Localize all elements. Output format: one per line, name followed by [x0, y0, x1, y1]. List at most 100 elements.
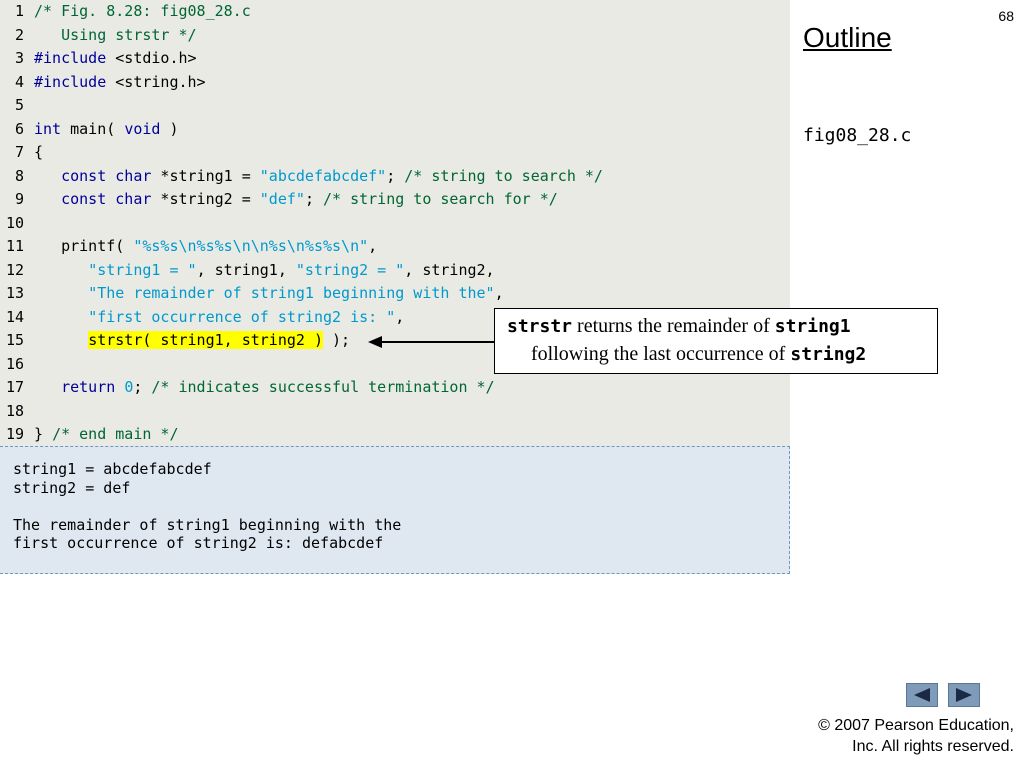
- code-line: 8 const char *string1 = "abcdefabcdef"; …: [0, 165, 790, 188]
- line-number: 9: [14, 190, 24, 208]
- line-number: 18: [6, 401, 25, 420]
- code-token: "first occurrence of string2 is: ": [88, 307, 396, 326]
- code-token: Using strstr */: [34, 25, 197, 44]
- code-token: /* string to search for */: [323, 190, 558, 208]
- code-panel: 1 /* Fig. 8.28: fig08_28.c 2 Using strstr …: [0, 0, 790, 446]
- line-number: 8: [14, 166, 24, 185]
- line-number: 10: [6, 213, 25, 232]
- line-number: 1: [14, 2, 24, 20]
- callout-code-strstr: strstr: [507, 316, 573, 337]
- code-line: 3 #include <stdio.h>: [0, 47, 790, 70]
- code-token: printf(: [34, 237, 134, 255]
- code-text: } /* end main */: [34, 423, 179, 446]
- code-token: , string2,: [404, 260, 495, 279]
- code-token: *string2 =: [151, 190, 260, 208]
- code-token: ,: [494, 284, 504, 302]
- code-line: 17 return 0; /* indicates successful ter…: [0, 376, 790, 399]
- line-number: 5: [14, 96, 24, 114]
- code-text: /* Fig. 8.28: fig08_28.c: [34, 0, 251, 23]
- line-number: 7: [14, 143, 24, 161]
- code-line: 11 printf( "%s%s\n%s%s\n\n%s\n%s%s\n",: [0, 235, 790, 258]
- line-number: 6: [14, 119, 24, 138]
- code-token: *string1 =: [151, 166, 260, 185]
- line-number: 15: [6, 331, 25, 349]
- code-token: );: [323, 331, 351, 349]
- line-number: 19: [6, 425, 25, 443]
- code-token: "string2 = ": [295, 260, 405, 279]
- output-line: first occurrence of string2 is: defabcde…: [13, 534, 384, 552]
- callout-arrow: [368, 336, 494, 348]
- line-number: 12: [6, 260, 25, 279]
- code-token: {: [34, 143, 44, 161]
- code-token: 0: [124, 378, 134, 396]
- code-text: return 0; /* indicates successful termin…: [34, 376, 495, 399]
- code-token: /* end main */: [52, 425, 179, 443]
- code-token: /* Fig. 8.28: fig08_28.c: [34, 2, 251, 20]
- code-token: , string1,: [196, 260, 296, 279]
- code-text: "The remainder of string1 beginning with…: [34, 282, 504, 305]
- code-token: ;: [133, 378, 152, 396]
- code-token: #include: [34, 49, 107, 67]
- outline-title[interactable]: Outline: [803, 22, 892, 54]
- output-line: string2 = def: [13, 478, 131, 497]
- line-number: 4: [14, 72, 24, 91]
- code-text: "string1 = ", string1, "string2 = ", str…: [34, 259, 495, 282]
- code-token: ;: [304, 190, 323, 208]
- copyright-notice: © 2007 Pearson Education, Inc. All right…: [818, 715, 1014, 757]
- arrow-head: [368, 336, 382, 348]
- code-text: #include <string.h>: [34, 71, 206, 94]
- code-token: void: [124, 119, 161, 138]
- code-text: const char *string1 = "abcdefabcdef"; /*…: [34, 165, 603, 188]
- code-line: 12 "string1 = ", string1, "string2 = ", …: [0, 259, 790, 282]
- code-text: #include <stdio.h>: [34, 47, 197, 70]
- code-token: "def": [259, 190, 305, 208]
- copyright-line-2: Inc. All rights reserved.: [852, 738, 1014, 755]
- output-line: The remainder of string1 beginning with …: [13, 515, 402, 534]
- line-number: 13: [6, 284, 25, 302]
- code-token: const char: [61, 190, 152, 208]
- code-line: 7{: [0, 141, 790, 164]
- next-slide-button[interactable]: [948, 683, 980, 707]
- line-number: 3: [14, 49, 24, 67]
- code-line: 6 int main( void ): [0, 118, 790, 141]
- code-token: const char: [61, 166, 152, 185]
- line-number: 2: [14, 25, 24, 44]
- code-text: {: [34, 141, 43, 164]
- code-token: <stdio.h>: [106, 49, 197, 67]
- code-line: 2 Using strstr */: [0, 24, 790, 47]
- code-token: "The remainder of string1 beginning with…: [88, 284, 495, 302]
- callout-code-string1: string1: [774, 316, 851, 337]
- page-number: 68: [998, 8, 1014, 24]
- code-token: #include: [34, 72, 107, 91]
- code-token: "%s%s\n%s%s\n\n%s\n%s%s\n": [133, 237, 369, 255]
- callout-line-2: following the last occurrence of string2: [531, 343, 866, 366]
- code-token: /* indicates successful termination */: [151, 378, 495, 396]
- code-token: ,: [395, 307, 405, 326]
- code-line: 9 const char *string2 = "def"; /* string…: [0, 188, 790, 211]
- highlighted-code: strstr( string1, string2 ): [88, 331, 323, 349]
- program-output-panel: string1 = abcdefabcdef string2 = def The r…: [0, 446, 790, 574]
- code-token: int: [34, 119, 62, 138]
- previous-slide-button[interactable]: [906, 683, 938, 707]
- code-token: return: [61, 378, 116, 396]
- code-token: ,: [368, 237, 378, 255]
- triangle-right-icon: [956, 688, 972, 702]
- code-text: strstr( string1, string2 ) );: [34, 329, 350, 352]
- code-line: 19 } /* end main */: [0, 423, 790, 446]
- callout-text-2: following the last occurrence of: [531, 343, 791, 365]
- code-token: /* string to search */: [404, 166, 603, 185]
- callout-box: strstr returns the remainder of string1 …: [494, 308, 938, 374]
- callout-code-string2: string2: [790, 344, 867, 365]
- code-text: "first occurrence of string2 is: ",: [34, 306, 404, 329]
- code-text: const char *string2 = "def"; /* string t…: [34, 188, 558, 211]
- line-number: 11: [6, 237, 25, 255]
- code-line: 5: [0, 94, 790, 117]
